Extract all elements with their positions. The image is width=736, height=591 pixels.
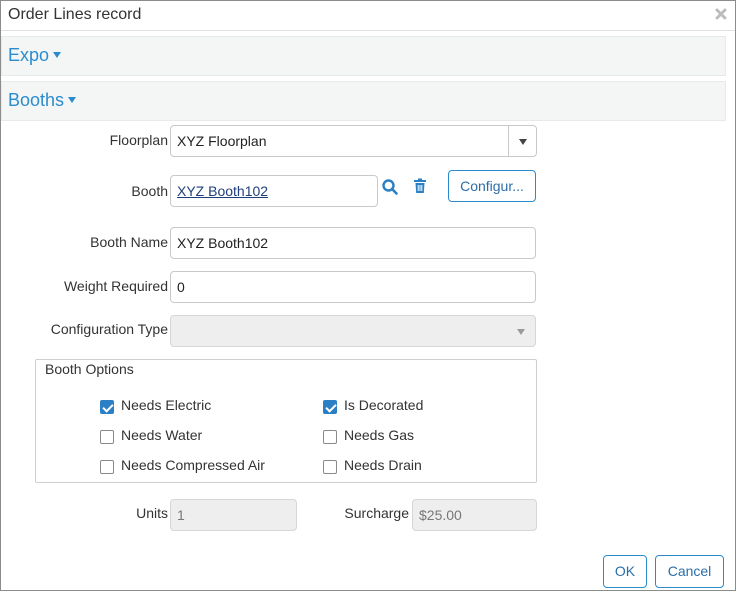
booth-options-legend: Booth Options [43,361,136,377]
booth-link[interactable]: XYZ Booth102 [177,183,268,199]
configuration-type-label: Configuration Type [50,321,168,337]
close-icon[interactable] [714,7,728,21]
section-expo[interactable]: Expo [1,36,726,76]
floorplan-select[interactable]: XYZ Floorplan [170,125,537,157]
weight-required-input[interactable]: 0 [170,271,536,303]
weight-required-label: Weight Required [63,278,168,294]
surcharge-input[interactable]: $25.00 [412,499,537,531]
weight-required-value: 0 [177,279,185,295]
title-bar: Order Lines record [1,1,735,31]
needs-drain-checkbox[interactable] [323,460,337,474]
surcharge-value: $25.00 [419,507,462,523]
floorplan-label: Floorplan [109,132,168,148]
units-label: Units [136,505,168,521]
is-decorated-label[interactable]: Is Decorated [344,397,423,413]
needs-electric-label[interactable]: Needs Electric [121,397,211,413]
section-expo-label: Expo [8,45,50,65]
section-booths-label: Booths [8,90,65,110]
trash-icon[interactable] [412,178,428,194]
floorplan-value: XYZ Floorplan [177,133,267,149]
needs-electric-checkbox[interactable] [100,400,114,414]
needs-compressed-air-label[interactable]: Needs Compressed Air [121,457,265,473]
booth-name-value: XYZ Booth102 [177,235,269,251]
needs-water-label[interactable]: Needs Water [121,427,202,443]
needs-compressed-air-checkbox[interactable] [100,460,114,474]
needs-gas-label[interactable]: Needs Gas [344,427,414,443]
section-booths-toggle[interactable]: Booths [8,90,77,111]
chevron-down-icon[interactable] [508,126,536,156]
search-icon[interactable] [381,178,399,196]
dialog-title: Order Lines record [8,6,142,23]
configure-button[interactable]: Configur... [448,170,536,202]
configuration-type-select[interactable] [170,315,536,347]
section-booths[interactable]: Booths [1,81,726,121]
is-decorated-checkbox[interactable] [323,400,337,414]
booth-lookup-field[interactable]: XYZ Booth102 [170,175,378,207]
cancel-button[interactable]: Cancel [655,555,724,588]
surcharge-label: Surcharge [344,505,409,521]
caret-down-icon [68,97,77,103]
needs-drain-label[interactable]: Needs Drain [344,457,422,473]
order-lines-dialog: Order Lines record Expo Booths Floorplan… [0,0,736,591]
chevron-down-icon [507,316,535,346]
needs-gas-checkbox[interactable] [323,430,337,444]
section-expo-toggle[interactable]: Expo [8,45,62,66]
ok-button[interactable]: OK [603,555,647,588]
units-value: 1 [177,507,185,523]
needs-water-checkbox[interactable] [100,430,114,444]
booth-name-input[interactable]: XYZ Booth102 [170,227,536,259]
booth-label: Booth [131,183,168,199]
caret-down-icon [53,52,62,58]
booth-name-label: Booth Name [90,234,168,250]
